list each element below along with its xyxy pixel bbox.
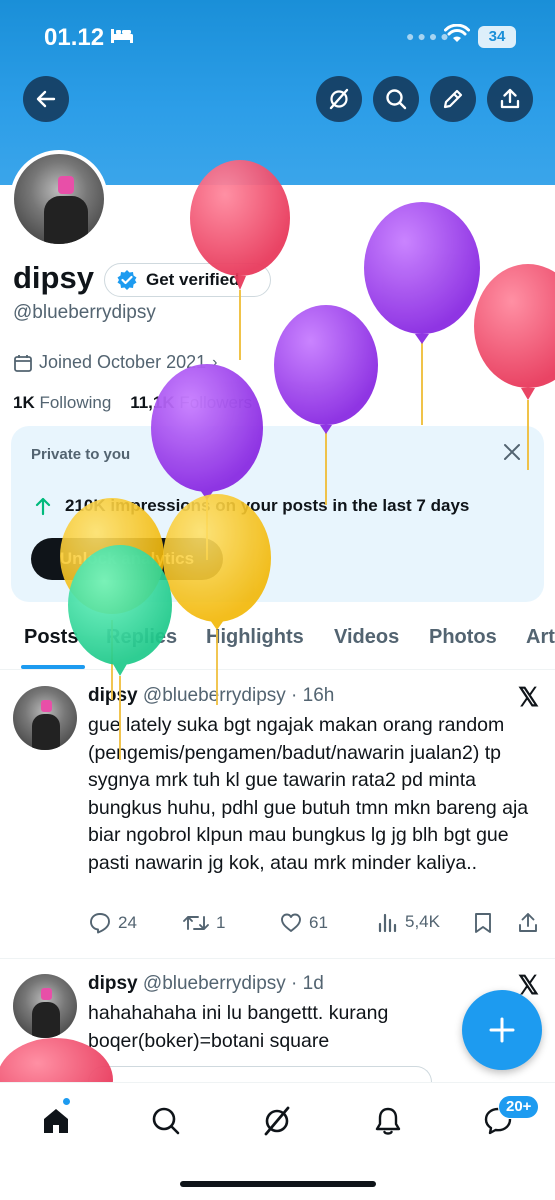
chevron-right-icon: › [212, 353, 218, 371]
wifi-icon [444, 23, 470, 49]
follow-stats: 1K Following 11,1K Followers [13, 393, 252, 413]
post-share-button[interactable] [516, 911, 540, 935]
balloon-red [190, 160, 290, 360]
search-button[interactable] [373, 76, 419, 122]
back-button[interactable] [23, 76, 69, 122]
status-time: 01.12 [44, 24, 105, 51]
post-text: hahahahaha ini lu bangettt. kurang boqer… [88, 1002, 389, 1052]
nav-grok[interactable] [257, 1101, 297, 1141]
post-meta: dipsy @blueberrydipsy · 1d [88, 973, 324, 995]
private-card-title: Private to you [31, 446, 131, 463]
bell-icon [375, 1107, 401, 1135]
reply-button[interactable]: 24 [88, 911, 137, 935]
share-icon [500, 88, 520, 109]
impressions-text: 210K impressions on your posts in the la… [65, 496, 470, 515]
grok-button[interactable] [316, 76, 362, 122]
joined-date[interactable]: Joined October 2021 › [13, 352, 217, 373]
like-button[interactable]: 61 [279, 911, 328, 935]
close-card-button[interactable] [502, 442, 522, 467]
analytics-icon [378, 913, 397, 933]
profile-handle: @blueberrydipsy [13, 302, 156, 323]
pencil-icon [443, 89, 463, 109]
followers-link[interactable]: 11,1K Followers [130, 393, 252, 412]
post-avatar[interactable] [13, 686, 77, 750]
post-text: gue lately suka bgt ngajak makan orang r… [88, 714, 529, 874]
impressions-stat: 210K impressions on your posts in the la… [33, 496, 469, 516]
grok-icon [329, 88, 349, 110]
balloon-purple [364, 202, 480, 425]
active-tab-indicator [21, 665, 85, 669]
battery-indicator: 34 [478, 26, 516, 48]
bookmark-button[interactable] [472, 911, 494, 935]
tab-posts[interactable]: Posts [24, 626, 78, 649]
post-author-name: dipsy [88, 973, 138, 994]
search-icon [386, 89, 407, 110]
tab-replies[interactable]: Replies [106, 626, 177, 649]
nav-search[interactable] [146, 1101, 186, 1141]
arrow-up-icon [35, 497, 51, 516]
share-icon [519, 913, 537, 932]
arrow-left-icon [36, 90, 56, 108]
heart-icon [281, 913, 301, 932]
profile-name: dipsy [13, 260, 94, 295]
post-author-name: dipsy [88, 685, 138, 706]
profile-avatar[interactable] [10, 150, 108, 248]
edit-button[interactable] [430, 76, 476, 122]
private-analytics-card: Private to you 210K impressions on your … [11, 426, 544, 602]
post-handle-time: @blueberrydipsy · 1d [142, 973, 324, 994]
search-icon [152, 1107, 180, 1135]
home-icon [44, 1109, 68, 1133]
x-logo-icon: 𝕏 [518, 682, 539, 712]
repost-icon [183, 916, 209, 930]
post-handle-time: @blueberrydipsy · 16h [142, 685, 335, 706]
get-verified-button[interactable]: Get verified [104, 263, 271, 297]
bookmark-icon [475, 913, 491, 933]
joined-label: Joined October 2021 [39, 352, 207, 372]
post-avatar[interactable] [13, 974, 77, 1038]
profile-tabs: Posts Replies Highlights Videos Photos A… [0, 612, 555, 670]
nav-home[interactable] [36, 1101, 76, 1141]
unlock-analytics-button[interactable]: Unlock analytics [31, 538, 223, 580]
home-notification-dot [62, 1097, 71, 1106]
close-icon [504, 444, 520, 460]
post-meta: dipsy @blueberrydipsy · 16h [88, 685, 334, 707]
post-divider [0, 958, 555, 959]
grok-icon [264, 1106, 290, 1136]
tab-videos[interactable]: Videos [334, 626, 399, 649]
views-button[interactable]: 5,4K [377, 911, 440, 933]
following-link[interactable]: 1K Following [13, 393, 111, 412]
post-actions: 24 1 61 5,4K [88, 911, 543, 941]
calendar-icon [14, 354, 32, 372]
sleep-icon [110, 26, 134, 49]
share-button[interactable] [487, 76, 533, 122]
verified-badge-icon [117, 270, 137, 290]
plus-icon [489, 1017, 515, 1043]
nav-notifications[interactable] [368, 1101, 408, 1141]
messages-badge: 20+ [498, 1095, 540, 1119]
tab-art[interactable]: Art [526, 626, 555, 649]
reply-icon [90, 913, 110, 934]
compose-button[interactable] [462, 990, 542, 1070]
tab-highlights[interactable]: Highlights [206, 626, 304, 649]
repost-button[interactable]: 1 [182, 911, 225, 935]
status-bar: 01.12 ●●●● 34 [0, 22, 555, 54]
home-indicator [180, 1181, 376, 1187]
tab-photos[interactable]: Photos [429, 626, 497, 649]
get-verified-label: Get verified [146, 270, 240, 289]
